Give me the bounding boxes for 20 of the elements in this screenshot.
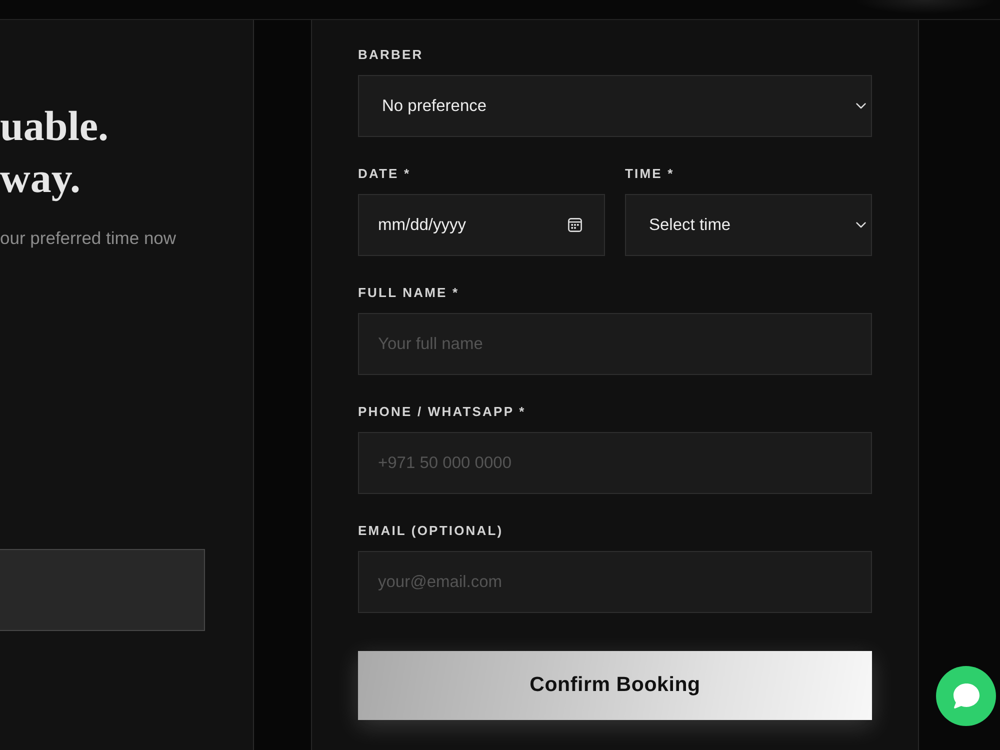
- chevron-down-icon: [856, 222, 866, 228]
- dropdown-select[interactable]: No preference: [358, 75, 872, 137]
- text-input-field[interactable]: +971 50 000 0000: [358, 432, 872, 494]
- heading-line: uable.: [0, 103, 109, 152]
- heading-line: way.: [0, 155, 81, 204]
- confirm-booking-button[interactable]: Confirm Booking: [358, 651, 872, 720]
- speech-bubble-icon: [952, 683, 980, 709]
- field-label: FULL NAME *: [358, 285, 460, 301]
- chevron-down-icon: [856, 103, 866, 109]
- text-input-field[interactable]: your@email.com: [358, 551, 872, 613]
- field-label: DATE *: [358, 166, 411, 182]
- calendar-icon[interactable]: [568, 218, 582, 232]
- text-input-field[interactable]: Your full name: [358, 313, 872, 375]
- field-label: TIME *: [625, 166, 674, 182]
- date-field[interactable]: mm/dd/yyyy: [358, 194, 605, 256]
- field-label: PHONE / WHATSAPP *: [358, 404, 526, 420]
- field-label: BARBER: [358, 47, 424, 63]
- field-label: EMAIL (OPTIONAL): [358, 523, 504, 539]
- hero-subtitle: our preferred time now: [0, 227, 176, 250]
- dropdown-select[interactable]: Select time: [625, 194, 872, 256]
